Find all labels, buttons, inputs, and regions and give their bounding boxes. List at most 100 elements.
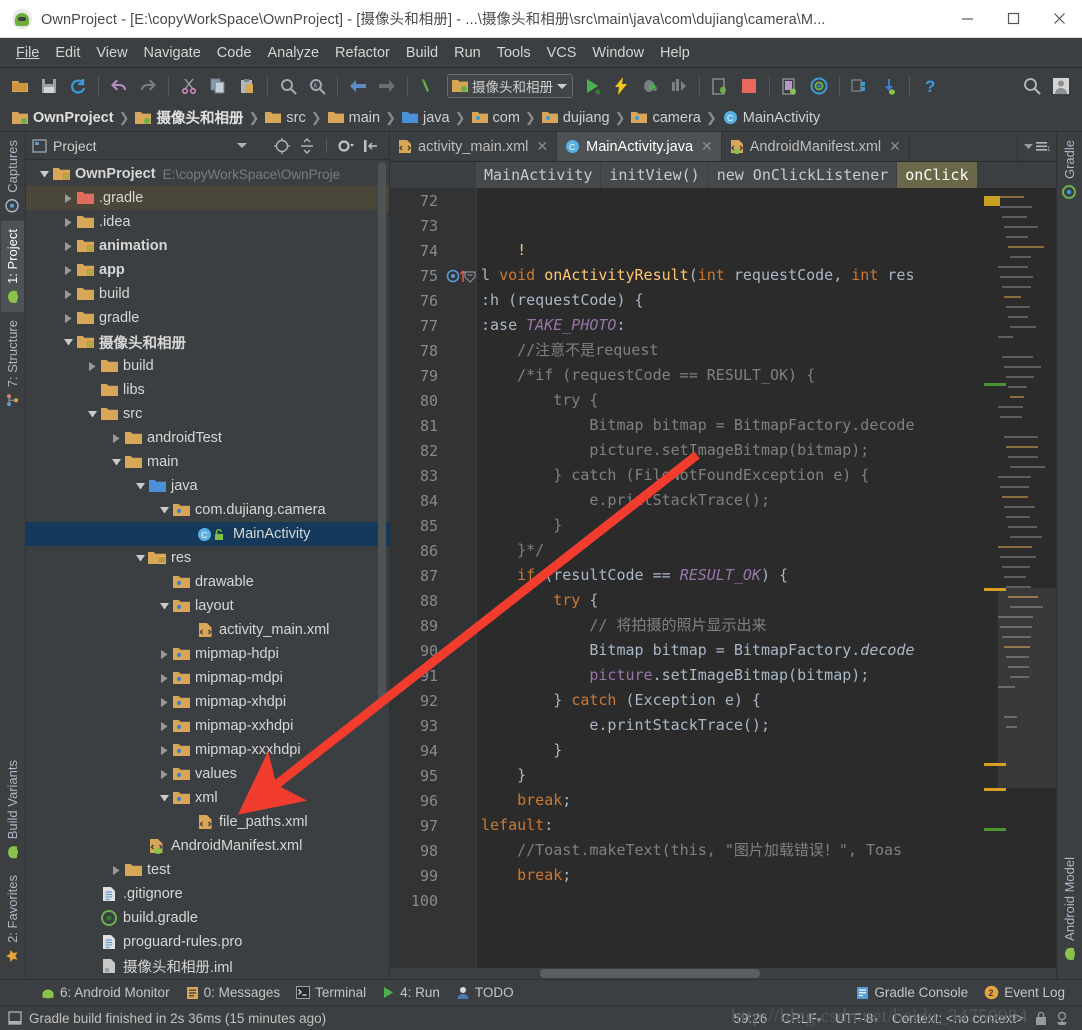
chevron-right-icon[interactable] — [156, 649, 172, 659]
code-line[interactable]: picture.setImageBitmap(bitmap); — [477, 438, 1056, 463]
code-line[interactable]: //注意不是request — [477, 338, 1056, 363]
minimap-marker[interactable] — [984, 196, 1000, 206]
code-minimap[interactable] — [984, 188, 1056, 968]
tree-item-androidtest[interactable]: androidTest — [26, 426, 389, 450]
tab-mainactivity-java[interactable]: C MainActivity.java ✕ — [557, 132, 722, 161]
cut-icon[interactable] — [175, 72, 203, 100]
tree-item-file-paths-xml[interactable]: file_paths.xml — [26, 810, 389, 834]
structure-crumb-onclick[interactable]: onClick — [897, 162, 978, 188]
open-folder-icon[interactable] — [6, 72, 34, 100]
sidebar-item-project[interactable]: 1: Project — [1, 220, 24, 312]
gutter-line[interactable]: 84 — [390, 488, 476, 513]
tree-item-[interactable]: 摄像头和相册 — [26, 330, 389, 354]
gutter-line[interactable]: 99 — [390, 863, 476, 888]
chevron-down-icon[interactable] — [156, 506, 172, 514]
code-line[interactable] — [477, 888, 1056, 913]
tab-androidmanifest-xml[interactable]: AndroidManifest.xml ✕ — [721, 132, 910, 161]
tree-item-gradle[interactable]: gradle — [26, 306, 389, 330]
redo-icon[interactable] — [134, 72, 162, 100]
tab-list-icon[interactable]: 1 — [1036, 141, 1050, 153]
structure-crumb-mainactivity[interactable]: MainActivity — [476, 162, 602, 188]
minimap-marker[interactable] — [984, 828, 1006, 831]
find-icon[interactable] — [274, 72, 302, 100]
gutter-line[interactable]: 77 — [390, 313, 476, 338]
hide-icon[interactable] — [361, 136, 381, 156]
menu-tools[interactable]: Tools — [489, 42, 539, 64]
tree-item-ownproject[interactable]: OwnProject E:\copyWorkSpace\OwnProje — [26, 162, 389, 186]
code-line[interactable] — [477, 213, 1056, 238]
gutter-line[interactable]: 98 — [390, 838, 476, 863]
user-icon[interactable] — [1047, 72, 1075, 100]
gutter-line[interactable]: 72 — [390, 188, 476, 213]
code-line[interactable]: e.printStackTrace(); — [477, 488, 1056, 513]
breadcrumb-item-java[interactable]: java — [398, 110, 453, 126]
code-line[interactable]: try { — [477, 588, 1056, 613]
gutter-line[interactable]: 96 — [390, 788, 476, 813]
forward-icon[interactable] — [373, 72, 401, 100]
chevron-down-icon[interactable] — [1024, 143, 1033, 150]
settings-gear-icon[interactable] — [336, 136, 356, 156]
toolwindow-event-log[interactable]: 2 Event Log — [977, 983, 1072, 1002]
close-button[interactable] — [1036, 0, 1082, 38]
gutter-line[interactable]: 82 — [390, 438, 476, 463]
project-tree[interactable]: OwnProject E:\copyWorkSpace\OwnProje .grad… — [26, 160, 389, 979]
undo-icon[interactable] — [105, 72, 133, 100]
structure-crumb-onclicklistener[interactable]: new OnClickListener — [708, 162, 898, 188]
tree-item-build[interactable]: build — [26, 354, 389, 378]
inspection-icon[interactable] — [1054, 1011, 1070, 1026]
menu-analyze[interactable]: Analyze — [259, 42, 327, 64]
breadcrumb-item-dujiang[interactable]: dujiang — [538, 110, 613, 126]
chevron-right-icon[interactable] — [156, 697, 172, 707]
gutter-line[interactable]: 83 — [390, 463, 476, 488]
tab-activity-main-xml[interactable]: activity_main.xml ✕ — [390, 132, 558, 161]
code-content[interactable]: ! l void onActivityResult(int requestCode… — [476, 188, 1056, 968]
tree-item-mainactivity[interactable]: C MainActivity — [26, 522, 389, 546]
code-line[interactable]: } — [477, 738, 1056, 763]
avd-manager-icon[interactable] — [776, 72, 804, 100]
code-line[interactable]: :h (requestCode) { — [477, 288, 1056, 313]
download-sdk-icon[interactable] — [875, 72, 903, 100]
code-line[interactable]: e.printStackTrace(); — [477, 713, 1056, 738]
gutter-line[interactable]: 78 — [390, 338, 476, 363]
sync-icon[interactable] — [64, 72, 92, 100]
toolwindow-gradle-console[interactable]: Gradle Console — [849, 983, 975, 1002]
chevron-down-icon[interactable] — [156, 602, 172, 610]
search-everywhere-icon[interactable] — [1018, 72, 1046, 100]
code-line[interactable]: :ase TAKE_PHOTO: — [477, 313, 1056, 338]
close-icon[interactable]: ✕ — [701, 138, 713, 155]
chevron-right-icon[interactable] — [60, 193, 76, 203]
code-line[interactable]: /*if (requestCode == RESULT_OK) { — [477, 363, 1056, 388]
tree-item-mipmap-xxhdpi[interactable]: mipmap-xxhdpi — [26, 714, 389, 738]
chevron-right-icon[interactable] — [156, 673, 172, 683]
chevron-down-icon[interactable] — [36, 170, 52, 178]
help-icon[interactable]: ? — [916, 72, 944, 100]
menu-help[interactable]: Help — [652, 42, 698, 64]
copy-icon[interactable] — [204, 72, 232, 100]
code-line[interactable]: } catch (Exception e) { — [477, 688, 1056, 713]
save-all-icon[interactable] — [35, 72, 63, 100]
chevron-down-icon[interactable] — [156, 794, 172, 802]
chevron-down-icon[interactable] — [84, 410, 100, 418]
run-configuration-selector[interactable]: 摄像头和相册 — [447, 74, 573, 98]
code-line[interactable]: Bitmap bitmap = BitmapFactory.decode — [477, 413, 1056, 438]
menu-code[interactable]: Code — [209, 42, 260, 64]
replace-icon[interactable]: A — [303, 72, 331, 100]
code-line[interactable]: ! — [477, 238, 1056, 263]
paste-icon[interactable] — [233, 72, 261, 100]
tree-item-gradle[interactable]: .gradle — [26, 186, 389, 210]
menu-vcs[interactable]: VCS — [539, 42, 585, 64]
gutter-line[interactable]: 80 — [390, 388, 476, 413]
tree-item-mipmap-xxxhdpi[interactable]: mipmap-xxxhdpi — [26, 738, 389, 762]
tree-item-activity-main-xml[interactable]: activity_main.xml — [26, 618, 389, 642]
code-line[interactable]: } — [477, 763, 1056, 788]
tree-item-gitignore[interactable]: .gitignore — [26, 882, 389, 906]
code-line[interactable]: } — [477, 513, 1056, 538]
breadcrumb-item-ownproject[interactable]: OwnProject — [8, 110, 117, 126]
code-line[interactable]: Bitmap bitmap = BitmapFactory.decode — [477, 638, 1056, 663]
tree-item-drawable[interactable]: drawable — [26, 570, 389, 594]
tree-item-iml[interactable]: 摄像头和相册.iml — [26, 954, 389, 978]
code-line[interactable]: try { — [477, 388, 1056, 413]
sdk-manager-icon[interactable] — [805, 72, 833, 100]
tree-item-animation[interactable]: animation — [26, 234, 389, 258]
chevron-right-icon[interactable] — [60, 217, 76, 227]
